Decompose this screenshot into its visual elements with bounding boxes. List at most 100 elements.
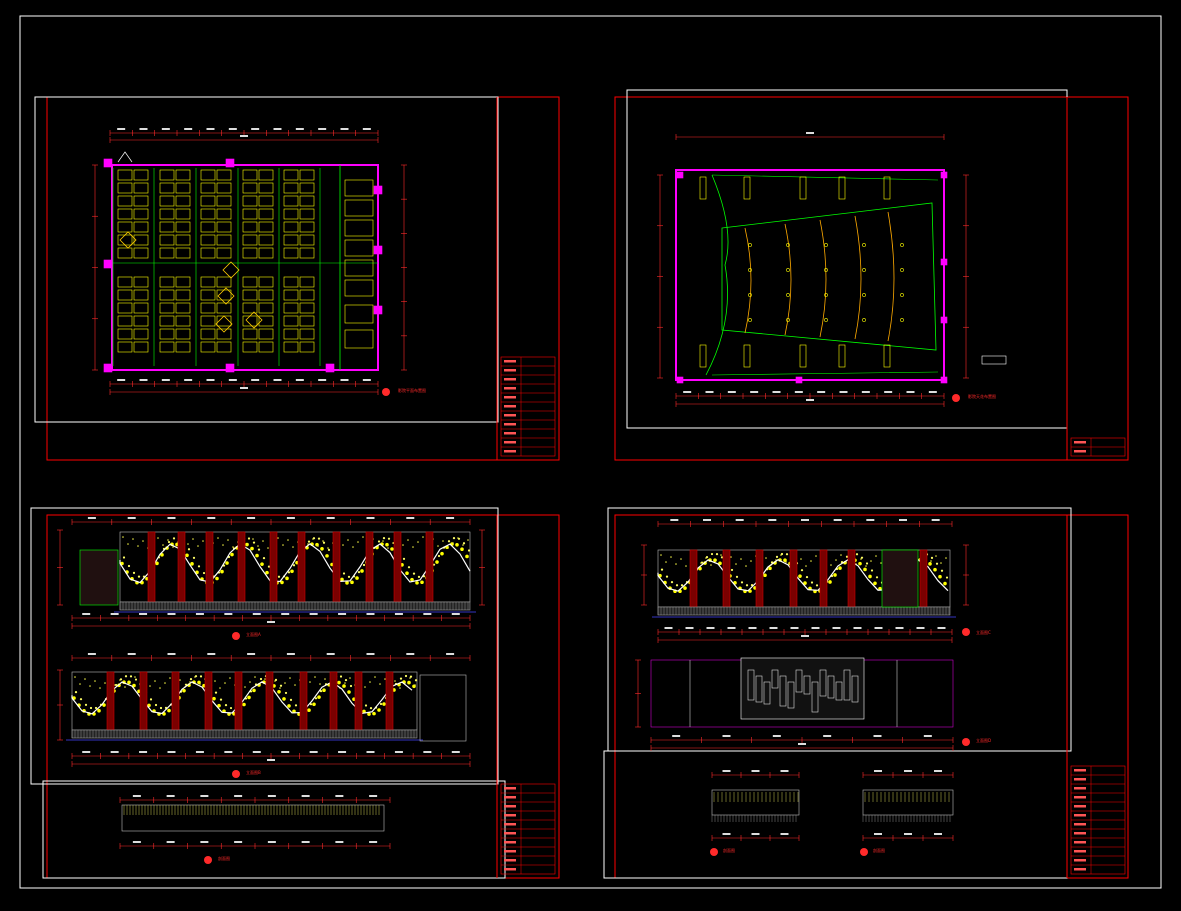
speckle bbox=[390, 547, 394, 551]
speckle bbox=[467, 549, 471, 552]
structural-column bbox=[373, 245, 383, 255]
structural-column bbox=[940, 316, 948, 324]
speckle bbox=[289, 698, 293, 701]
drawing-tag-marker bbox=[962, 738, 970, 746]
speckle bbox=[320, 546, 324, 551]
speckle bbox=[164, 682, 166, 684]
door-panel bbox=[79, 549, 119, 606]
speckle bbox=[230, 552, 234, 557]
speckle bbox=[122, 556, 126, 559]
dimension-label bbox=[451, 613, 460, 615]
dimension-label bbox=[224, 613, 233, 615]
speckle bbox=[124, 675, 128, 678]
dimension-label bbox=[117, 128, 126, 130]
timber-post bbox=[139, 671, 148, 731]
timber-post bbox=[297, 531, 306, 603]
speckle bbox=[314, 676, 316, 678]
speckle bbox=[785, 553, 789, 556]
dimension-label bbox=[751, 833, 760, 835]
speckle bbox=[785, 561, 787, 563]
speckle bbox=[247, 537, 251, 540]
dimension-label bbox=[853, 627, 862, 629]
speckle bbox=[287, 539, 289, 541]
speckle bbox=[284, 691, 288, 695]
dimension-label bbox=[206, 128, 215, 130]
drawing-tag-marker bbox=[710, 848, 718, 856]
dimension-label bbox=[727, 391, 736, 393]
speckle bbox=[132, 571, 136, 574]
title-block-text bbox=[504, 414, 516, 417]
speckle bbox=[377, 540, 381, 543]
dimension-label bbox=[139, 128, 148, 130]
dimension-label bbox=[672, 735, 681, 737]
dimension-label bbox=[110, 613, 119, 615]
speckle bbox=[863, 567, 867, 572]
dimension-label bbox=[139, 613, 148, 615]
dimension-label bbox=[240, 135, 248, 137]
dimension-label bbox=[873, 735, 882, 737]
speckle bbox=[254, 676, 256, 678]
title-block-text bbox=[504, 823, 516, 826]
caption-elevation-a: 立面图A bbox=[246, 631, 261, 637]
timber-post bbox=[425, 531, 434, 603]
dimension-label bbox=[273, 379, 282, 381]
speckle bbox=[94, 680, 96, 682]
dimension-label bbox=[801, 519, 809, 521]
timber-post bbox=[106, 671, 115, 731]
title-block-text bbox=[1074, 814, 1086, 817]
dimension-label bbox=[839, 391, 848, 393]
dimension-label bbox=[87, 653, 96, 655]
speckle bbox=[282, 544, 284, 546]
speckle bbox=[347, 539, 349, 541]
speckle bbox=[167, 540, 171, 544]
speckle bbox=[870, 569, 874, 572]
speckle bbox=[775, 555, 779, 559]
title-block-text bbox=[1074, 787, 1086, 790]
speckle bbox=[945, 576, 949, 579]
speckle bbox=[685, 565, 687, 567]
speckle bbox=[815, 584, 819, 587]
dimension-label bbox=[295, 379, 304, 381]
dimension-label bbox=[801, 635, 809, 637]
dimension-label bbox=[780, 770, 789, 772]
dimension-label bbox=[82, 613, 91, 615]
caption-section-3: 剖面图 bbox=[873, 847, 885, 853]
dimension-label bbox=[318, 379, 327, 381]
dimension-label bbox=[309, 751, 318, 753]
dimension-label bbox=[446, 517, 455, 519]
dimension-label bbox=[247, 517, 256, 519]
dimension-label bbox=[139, 751, 148, 753]
dimension-label bbox=[184, 379, 193, 381]
speckle bbox=[285, 576, 289, 581]
speckle bbox=[412, 546, 414, 548]
structural-column bbox=[103, 158, 113, 168]
dimension-label bbox=[301, 795, 310, 797]
speckle bbox=[440, 551, 444, 556]
dimension-label bbox=[394, 613, 403, 615]
speckle bbox=[309, 681, 311, 683]
speckle bbox=[665, 575, 669, 578]
structural-column bbox=[225, 363, 235, 373]
dimension-label bbox=[286, 653, 295, 655]
speckle bbox=[154, 703, 158, 707]
speckle bbox=[279, 684, 283, 687]
dimension-label bbox=[768, 519, 777, 521]
structural-column bbox=[325, 363, 335, 373]
dimension-label bbox=[195, 613, 204, 615]
title-block-text bbox=[504, 378, 516, 381]
speckle bbox=[264, 678, 266, 680]
speckle bbox=[364, 704, 368, 707]
speckle bbox=[292, 564, 296, 567]
speckle bbox=[317, 537, 321, 540]
speckle bbox=[865, 565, 867, 567]
speckle bbox=[660, 568, 664, 571]
dimension-label bbox=[240, 387, 248, 389]
speckle bbox=[79, 683, 81, 685]
dimension-label bbox=[366, 653, 375, 655]
speckle bbox=[357, 541, 359, 543]
speckle bbox=[74, 676, 76, 678]
speckle bbox=[249, 681, 251, 683]
speckle bbox=[129, 675, 133, 678]
timber-post bbox=[919, 549, 928, 608]
timber-post bbox=[299, 671, 308, 731]
